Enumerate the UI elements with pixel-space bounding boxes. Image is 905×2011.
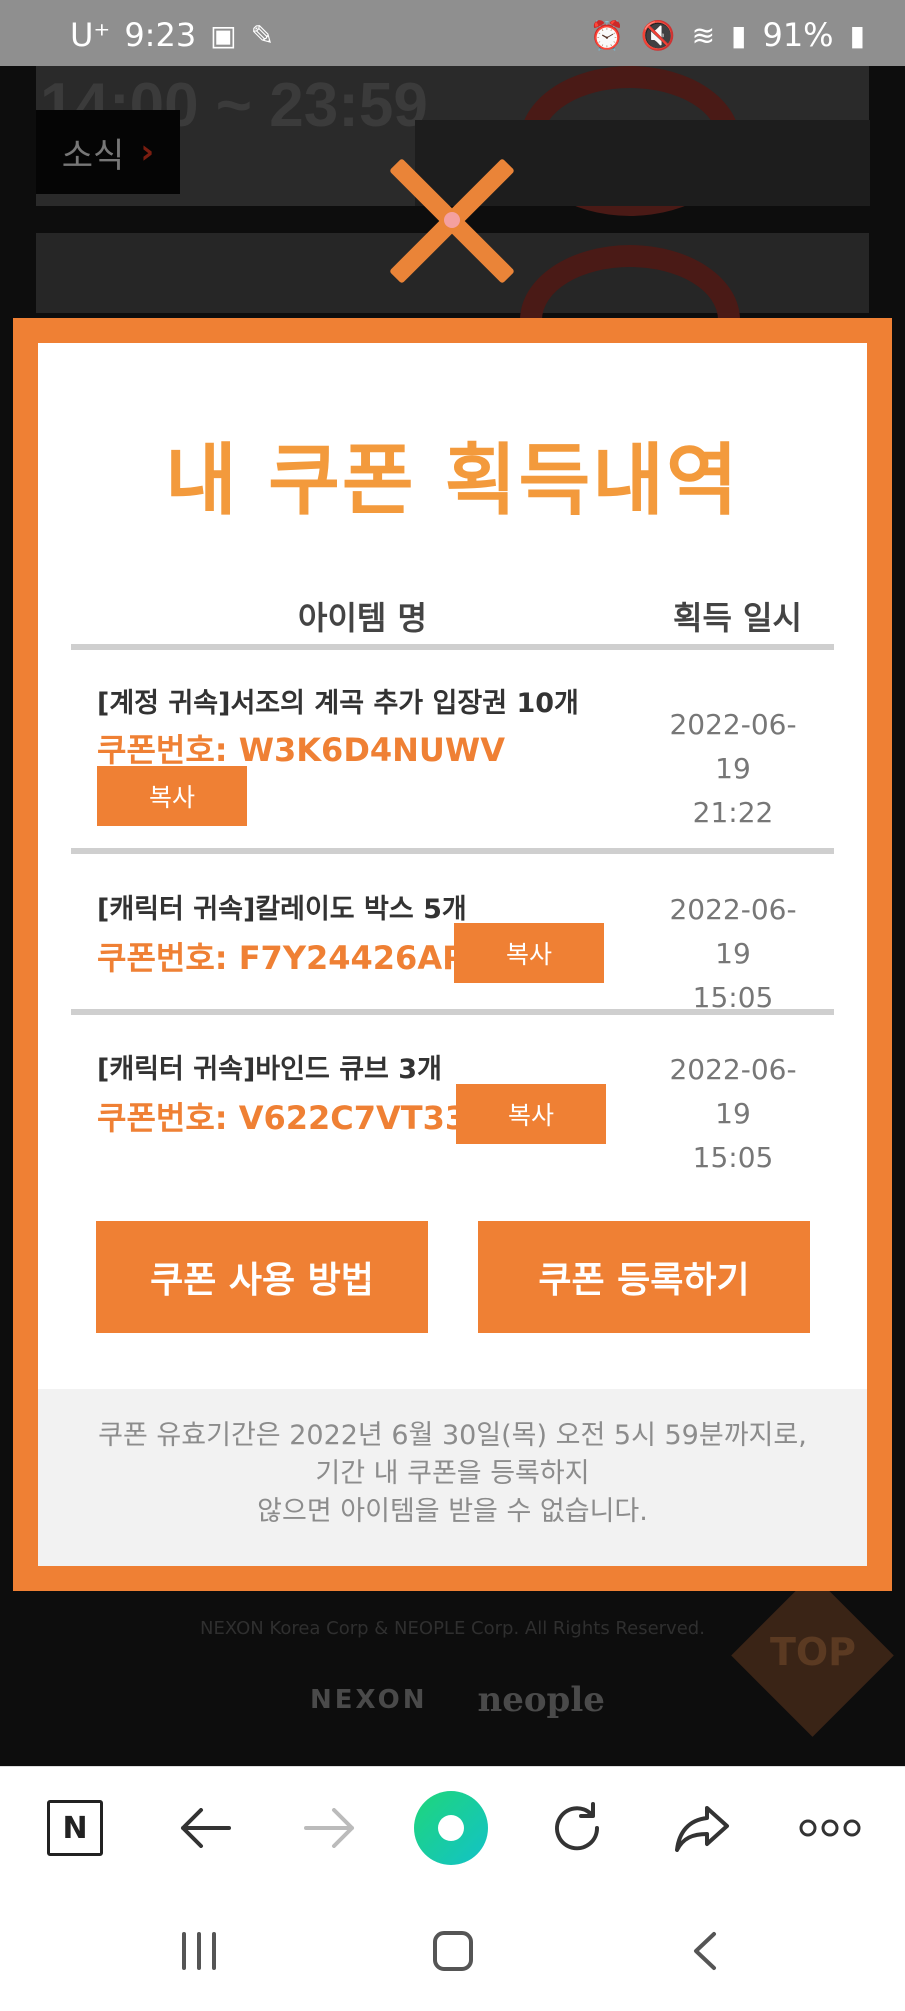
coupon-register-button[interactable]: 쿠폰 등록하기 xyxy=(478,1221,810,1333)
copy-button[interactable]: 복사 xyxy=(456,1084,606,1144)
coupon-date: 2022-06-19 21:22 xyxy=(656,703,810,835)
status-bar: U⁺ 9:23 ▣ ✎ ⏰ 🔇 ≋ ▮ 91% ▮ xyxy=(0,0,905,66)
arrow-right-icon xyxy=(304,1808,354,1848)
more-button[interactable] xyxy=(795,1793,865,1863)
gallery-icon: ▣ xyxy=(210,18,237,52)
coupon-date-day: 2022-06-19 xyxy=(669,1053,797,1130)
coupon-code: 쿠폰번호: W3K6D4NUWV xyxy=(97,731,505,769)
share-button[interactable] xyxy=(670,1793,734,1863)
column-item-name: 아이템 명 xyxy=(298,599,427,637)
back-chevron-icon xyxy=(694,1932,716,1970)
news-label: 소식 xyxy=(61,135,125,176)
modal-title: 내 쿠폰 획득내역 xyxy=(165,436,740,526)
refresh-button[interactable] xyxy=(545,1793,609,1863)
naver-icon: N xyxy=(47,1800,103,1856)
notice-line: 쿠폰 유효기간은 2022년 6월 30일(목) 오전 5시 59분까지로, xyxy=(98,1420,807,1451)
coupon-card: 내 쿠폰 획득내역 아이템 명 획득 일시 [계정 귀속]서조의 계곡 추가 입… xyxy=(38,343,867,1566)
coupon-how-to-button[interactable]: 쿠폰 사용 방법 xyxy=(96,1221,428,1333)
validity-notice: 쿠폰 유효기간은 2022년 6월 30일(목) 오전 5시 59분까지로, 기… xyxy=(38,1389,867,1566)
system-nav-bar xyxy=(0,1890,905,2011)
forward-button[interactable] xyxy=(295,1793,365,1863)
broom-icon: ✎ xyxy=(250,18,275,52)
back-button[interactable] xyxy=(170,1793,240,1863)
column-acquired-date: 획득 일시 xyxy=(673,599,802,637)
battery-icon: ▮ xyxy=(849,18,865,52)
system-back-button[interactable] xyxy=(690,1930,720,1983)
home-icon xyxy=(433,1931,473,1971)
coupon-item-name: [캐릭터 귀속]바인드 큐브 3개 xyxy=(97,1054,442,1085)
footer-logos: NEXON neople xyxy=(310,1680,605,1720)
divider xyxy=(71,644,834,650)
nexon-logo: NEXON xyxy=(310,1685,428,1715)
notice-line: 않으면 아이템을 받을 수 없습니다. xyxy=(257,1496,648,1527)
coupon-date-time: 15:05 xyxy=(692,1141,774,1174)
coupon-modal: 내 쿠폰 획득내역 아이템 명 획득 일시 [계정 귀속]서조의 계곡 추가 입… xyxy=(13,318,892,1591)
copy-button[interactable]: 복사 xyxy=(97,766,247,826)
mute-icon: 🔇 xyxy=(640,18,676,52)
coupon-date: 2022-06-19 15:05 xyxy=(656,1048,810,1180)
alarm-icon: ⏰ xyxy=(589,18,625,52)
news-link[interactable]: 소식 › xyxy=(36,110,180,194)
notice-line: 기간 내 쿠폰을 등록하지 xyxy=(315,1458,590,1489)
close-icon[interactable] xyxy=(382,150,522,290)
coupon-date-day: 2022-06-19 xyxy=(669,893,797,970)
signal-icon: ▮ xyxy=(731,18,747,52)
recent-apps-button[interactable] xyxy=(178,1930,220,1983)
divider xyxy=(71,848,834,854)
green-dot-button[interactable] xyxy=(413,1791,489,1865)
share-icon xyxy=(675,1806,729,1852)
recent-apps-icon xyxy=(182,1932,216,1970)
coupon-date-time: 21:22 xyxy=(692,796,774,829)
more-icon xyxy=(799,1819,861,1837)
carrier-label: U⁺ xyxy=(70,16,111,54)
coupon-date: 2022-06-19 15:05 xyxy=(656,888,810,1020)
browser-toolbar: N xyxy=(0,1766,905,1891)
naver-home-button[interactable]: N xyxy=(45,1793,105,1863)
coupon-code: 쿠폰번호: F7Y24426AP xyxy=(97,939,466,977)
arrow-left-icon xyxy=(181,1808,231,1848)
refresh-icon xyxy=(555,1802,600,1851)
chevron-right-icon: › xyxy=(140,132,155,172)
wifi-icon: ≋ xyxy=(691,18,716,52)
coupon-item-name: [캐릭터 귀속]칼레이도 박스 5개 xyxy=(97,894,467,925)
copy-button[interactable]: 복사 xyxy=(454,923,604,983)
neople-logo: neople xyxy=(477,1680,605,1720)
coupon-date-day: 2022-06-19 xyxy=(669,708,797,785)
divider xyxy=(71,1009,834,1015)
home-button[interactable] xyxy=(432,1930,474,1983)
green-dot-icon xyxy=(414,1791,488,1865)
top-button[interactable]: TOP xyxy=(748,1630,878,1674)
time-label: 9:23 xyxy=(124,16,197,54)
coupon-item-name: [계정 귀속]서조의 계곡 추가 입장권 10개 xyxy=(97,688,579,719)
battery-percent: 91% xyxy=(762,16,834,54)
coupon-code: 쿠폰번호: V622C7VT33 xyxy=(97,1099,468,1137)
